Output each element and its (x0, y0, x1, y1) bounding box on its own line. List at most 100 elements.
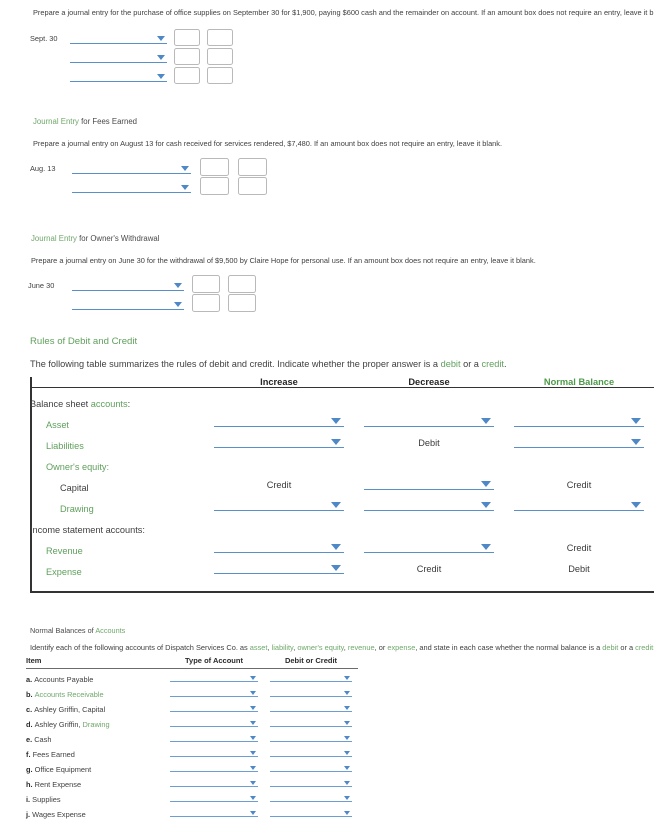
rules-select-increase[interactable] (204, 409, 354, 430)
dropdown-field[interactable] (170, 685, 258, 697)
nb-select-debit-or-credit[interactable] (264, 759, 358, 774)
dropdown-field[interactable] (270, 715, 352, 727)
account-select[interactable] (72, 296, 184, 310)
dropdown-field[interactable] (270, 760, 352, 772)
nb-select-debit-or-credit[interactable] (264, 684, 358, 699)
nb-prompt-text: Identify each of the following accounts … (30, 643, 250, 652)
dropdown-field[interactable] (170, 745, 258, 757)
nb-select-type-of-account[interactable] (164, 669, 264, 685)
rules-select-normal-balance[interactable] (504, 430, 654, 451)
dropdown-field[interactable] (514, 432, 644, 448)
nb-table-row: h. Rent Expense (26, 774, 358, 789)
nb-select-type-of-account[interactable] (164, 774, 264, 789)
account-select[interactable] (72, 160, 191, 174)
account-select[interactable] (70, 68, 167, 82)
credit-amount-input[interactable] (238, 177, 267, 195)
chevron-down-icon (631, 418, 641, 424)
rules-select-increase[interactable] (204, 493, 354, 514)
nb-select-debit-or-credit[interactable] (264, 789, 358, 804)
dropdown-field[interactable] (270, 685, 352, 697)
dropdown-field[interactable] (170, 775, 258, 787)
dropdown-field[interactable] (170, 730, 258, 742)
rules-value-decrease: Credit (354, 556, 504, 577)
rules-select-normal-balance[interactable] (504, 493, 654, 514)
dropdown-field[interactable] (364, 495, 494, 511)
dropdown-field[interactable] (214, 495, 344, 511)
debit-amount-input[interactable] (174, 48, 200, 65)
nb-select-debit-or-credit[interactable] (264, 699, 358, 714)
credit-amount-input[interactable] (238, 158, 267, 176)
rules-select-increase[interactable] (204, 535, 354, 556)
nb-select-type-of-account[interactable] (164, 684, 264, 699)
rules-select-normal-balance[interactable] (504, 409, 654, 430)
fees-earned-journal-entry: Aug. 13 (30, 157, 267, 195)
nb-select-type-of-account[interactable] (164, 804, 264, 819)
dropdown-field[interactable] (514, 411, 644, 427)
rules-select-decrease[interactable] (354, 535, 504, 556)
rules-select-decrease[interactable] (354, 409, 504, 430)
dropdown-field[interactable] (270, 700, 352, 712)
dropdown-field[interactable] (364, 537, 494, 553)
dropdown-field[interactable] (270, 790, 352, 802)
rules-cell-empty-decrease (354, 388, 504, 410)
nb-item-letter: e. (26, 735, 35, 744)
nb-select-type-of-account[interactable] (164, 699, 264, 714)
nb-col-type-of-account: Type of Account (164, 656, 264, 669)
credit-amount-input[interactable] (228, 275, 256, 293)
dropdown-field[interactable] (214, 432, 344, 448)
dropdown-field[interactable] (364, 411, 494, 427)
nb-select-type-of-account[interactable] (164, 729, 264, 744)
nb-table-body: a. Accounts Payable b. Accounts Receivabl… (26, 669, 358, 819)
dropdown-field[interactable] (364, 474, 494, 490)
nb-select-type-of-account[interactable] (164, 714, 264, 729)
nb-prompt-text: , and state in each case whether the nor… (415, 643, 603, 652)
normal-balances-table-wrap: Item Type of Account Debit or Credit a. … (26, 656, 358, 819)
dropdown-field[interactable] (214, 537, 344, 553)
debit-amount-input[interactable] (174, 29, 200, 46)
nb-select-debit-or-credit[interactable] (264, 669, 358, 685)
dropdown-field[interactable] (170, 805, 258, 817)
debit-amount-input[interactable] (200, 177, 229, 195)
nb-select-debit-or-credit[interactable] (264, 804, 358, 819)
dropdown-field[interactable] (270, 730, 352, 742)
rules-select-increase[interactable] (204, 556, 354, 577)
dropdown-field[interactable] (170, 670, 258, 682)
dropdown-field[interactable] (514, 495, 644, 511)
rules-select-decrease[interactable] (354, 472, 504, 493)
dropdown-field[interactable] (214, 558, 344, 574)
rules-select-decrease[interactable] (354, 493, 504, 514)
chevron-down-icon (344, 706, 350, 710)
account-select[interactable] (72, 179, 191, 193)
nb-select-type-of-account[interactable] (164, 744, 264, 759)
dropdown-field[interactable] (270, 670, 352, 682)
debit-amount-input[interactable] (192, 294, 220, 312)
nb-select-debit-or-credit[interactable] (264, 774, 358, 789)
chevron-down-icon (344, 766, 350, 770)
credit-amount-input[interactable] (207, 29, 233, 46)
account-select[interactable] (70, 30, 167, 44)
credit-amount-input[interactable] (207, 48, 233, 65)
rules-select-increase[interactable] (204, 430, 354, 451)
dropdown-field[interactable] (270, 775, 352, 787)
nb-select-debit-or-credit[interactable] (264, 729, 358, 744)
dropdown-field[interactable] (170, 700, 258, 712)
dropdown-field[interactable] (170, 790, 258, 802)
fees-earned-heading-rest: for Fees Earned (78, 117, 138, 126)
dropdown-field[interactable] (270, 745, 352, 757)
dropdown-field[interactable] (270, 805, 352, 817)
nb-select-debit-or-credit[interactable] (264, 714, 358, 729)
nb-select-debit-or-credit[interactable] (264, 744, 358, 759)
dropdown-field[interactable] (170, 715, 258, 727)
debit-amount-input[interactable] (200, 158, 229, 176)
nb-select-type-of-account[interactable] (164, 759, 264, 774)
debit-amount-input[interactable] (192, 275, 220, 293)
credit-amount-input[interactable] (228, 294, 256, 312)
account-select[interactable] (70, 49, 167, 63)
rules-cell-empty-increase (204, 514, 354, 535)
dropdown-field[interactable] (214, 411, 344, 427)
debit-amount-input[interactable] (174, 67, 200, 84)
account-select[interactable] (72, 277, 184, 291)
dropdown-field[interactable] (170, 760, 258, 772)
credit-amount-input[interactable] (207, 67, 233, 84)
nb-select-type-of-account[interactable] (164, 789, 264, 804)
